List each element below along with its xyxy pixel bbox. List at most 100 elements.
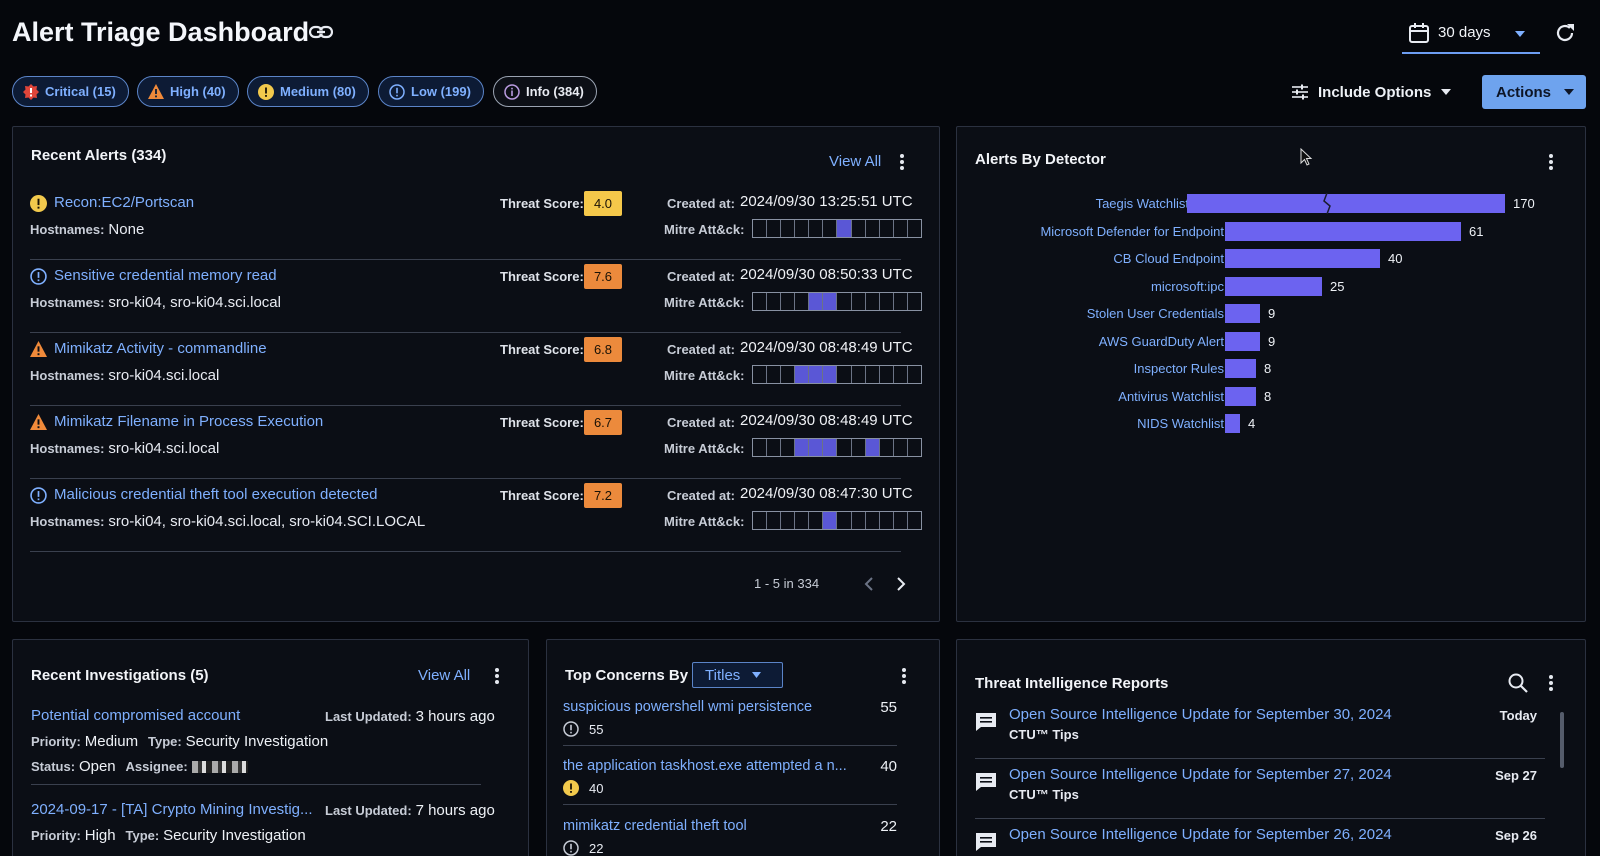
detector-label[interactable]: NIDS Watchlist: [1137, 416, 1224, 431]
detector-label[interactable]: Inspector Rules: [1134, 361, 1224, 376]
detector-label[interactable]: AWS GuardDuty Alert: [1099, 334, 1224, 349]
alert-row[interactable]: Sensitive credential memory read Hostname…: [30, 259, 922, 333]
include-options-button[interactable]: Include Options: [1292, 78, 1462, 106]
warning-triangle-icon: [30, 414, 47, 431]
mitre-cell: [795, 512, 810, 529]
kebab-menu-icon[interactable]: [1548, 674, 1554, 692]
concern-item[interactable]: suspicious powershell wmi persistence 55…: [563, 699, 897, 746]
redacted-avatar: [191, 761, 248, 774]
report-item[interactable]: Open Source Intelligence Update for Sept…: [975, 706, 1545, 766]
report-item[interactable]: Open Source Intelligence Update for Sept…: [975, 826, 1545, 856]
detector-label[interactable]: CB Cloud Endpoint: [1113, 251, 1224, 266]
created-value: 2024/09/30 08:47:30 UTC: [740, 485, 913, 502]
kebab-menu-icon[interactable]: [899, 153, 905, 171]
divider: [31, 784, 481, 785]
alert-title-link[interactable]: Sensitive credential memory read: [54, 267, 277, 284]
refresh-icon[interactable]: [1553, 21, 1577, 45]
alert-title-link[interactable]: Recon:EC2/Portscan: [54, 194, 194, 211]
alert-row[interactable]: Mimikatz Activity - commandline Hostnames…: [30, 332, 922, 406]
sliders-icon: [1292, 84, 1308, 100]
filter-chip-low[interactable]: Low (199): [378, 76, 484, 107]
detector-label[interactable]: Antivirus Watchlist: [1118, 389, 1224, 404]
concerns-by-select[interactable]: Titles: [692, 662, 783, 688]
report-item[interactable]: Open Source Intelligence Update for Sept…: [975, 766, 1545, 826]
alerts-by-detector-panel: Alerts By Detector Taegis Watchlist 170 Mi…: [956, 126, 1586, 622]
mitre-cell: [880, 512, 894, 529]
mitre-attack-matrix[interactable]: [752, 292, 922, 311]
kebab-menu-icon[interactable]: [494, 667, 500, 685]
detector-bar[interactable]: [1225, 249, 1380, 268]
view-all-investigations-link[interactable]: View All: [418, 667, 470, 684]
recent-investigations-panel: Recent Investigations (5) View All Poten…: [12, 639, 529, 856]
mitre-cell: [809, 220, 824, 237]
mitre-cell: [852, 220, 866, 237]
filter-chip-info[interactable]: Info (384): [493, 76, 597, 107]
mitre-cell: [753, 439, 768, 456]
filter-chip-medium[interactable]: Medium (80): [247, 76, 369, 107]
chevron-right-icon[interactable]: [896, 577, 906, 591]
alert-row[interactable]: Malicious credential theft tool executio…: [30, 478, 922, 552]
mitre-attack-matrix[interactable]: [752, 438, 922, 457]
mitre-cell: [908, 366, 921, 383]
mitre-attack-matrix[interactable]: [752, 365, 922, 384]
threat-score-label: Threat Score:: [500, 269, 584, 284]
pagination-label: 1 - 5 in 334: [754, 576, 820, 591]
filter-chip-high[interactable]: High (40): [137, 76, 239, 107]
detector-bar[interactable]: [1225, 414, 1240, 433]
detector-label[interactable]: Microsoft Defender for Endpoint: [1040, 224, 1224, 239]
mitre-label: Mitre Att&ck:: [664, 514, 745, 529]
mitre-cell: [908, 512, 921, 529]
mitre-cell: [767, 293, 782, 310]
info-circle-icon: [504, 83, 520, 100]
concern-item[interactable]: mimikatz credential theft tool 22 22: [563, 818, 897, 856]
detector-bar[interactable]: [1225, 276, 1322, 296]
alert-row[interactable]: Mimikatz Filename in Process Execution Ho…: [30, 405, 922, 479]
view-all-alerts-link[interactable]: View All: [829, 153, 881, 170]
threat-score-label: Threat Score:: [500, 196, 584, 211]
alert-title-link[interactable]: Mimikatz Activity - commandline: [54, 340, 267, 357]
mitre-cell: [894, 366, 908, 383]
alert-title-link[interactable]: Mimikatz Filename in Process Execution: [54, 413, 323, 430]
comment-icon: [976, 833, 996, 851]
date-range-select[interactable]: 30 days: [1402, 18, 1540, 54]
detector-bar-chart: Taegis Watchlist 170 Microsoft Defender fo…: [957, 127, 1587, 623]
mitre-attack-matrix[interactable]: [752, 219, 922, 238]
search-icon[interactable]: [1508, 673, 1528, 693]
link-icon[interactable]: [308, 22, 334, 44]
detector-bar[interactable]: [1225, 221, 1461, 241]
panel-title: Recent Alerts (334): [31, 147, 167, 164]
created-value: 2024/09/30 08:50:33 UTC: [740, 266, 913, 283]
mitre-attack-matrix[interactable]: [752, 511, 922, 530]
investigation-title[interactable]: Potential compromised account: [31, 707, 240, 724]
detector-value-label: 4: [1248, 416, 1256, 431]
detector-value-label: 8: [1264, 388, 1272, 404]
detector-value-label: 9: [1268, 306, 1276, 321]
detector-label[interactable]: Taegis Watchlist: [1096, 196, 1189, 211]
detector-bar[interactable]: [1225, 386, 1256, 406]
alert-row[interactable]: Recon:EC2/Portscan Hostnames: None Threat S…: [30, 186, 922, 260]
low-circle-icon: [563, 721, 579, 737]
mitre-cell: [880, 293, 894, 310]
alert-title-link[interactable]: Malicious credential theft tool executio…: [54, 486, 378, 503]
detector-label[interactable]: Stolen User Credentials: [1087, 306, 1224, 321]
detector-bar[interactable]: [1225, 304, 1260, 323]
hostnames: Hostnames: None: [30, 221, 145, 238]
warning-triangle-icon: [30, 341, 47, 358]
detector-bar[interactable]: [1225, 359, 1256, 378]
filter-chip-critical[interactable]: Critical (15): [12, 76, 129, 107]
medium-circle-icon: [30, 195, 47, 212]
actions-button[interactable]: Actions: [1482, 75, 1586, 109]
detector-bar[interactable]: [1187, 194, 1505, 213]
detector-label[interactable]: microsoft:ipc: [1151, 279, 1224, 294]
mitre-cell: [894, 512, 908, 529]
mitre-cell: [795, 439, 810, 456]
kebab-menu-icon[interactable]: [901, 667, 907, 685]
scrollbar[interactable]: [1560, 712, 1564, 768]
detector-bar[interactable]: [1225, 331, 1260, 351]
threat-score-label: Threat Score:: [500, 488, 584, 503]
created-label: Created at:: [667, 196, 735, 211]
panel-title: Recent Investigations (5): [31, 667, 209, 684]
investigation-title[interactable]: 2024-09-17 - [TA] Crypto Mining Investig…: [31, 801, 315, 818]
concern-item[interactable]: the application taskhost.exe attempted a…: [563, 758, 897, 805]
chevron-left-icon[interactable]: [864, 577, 874, 591]
